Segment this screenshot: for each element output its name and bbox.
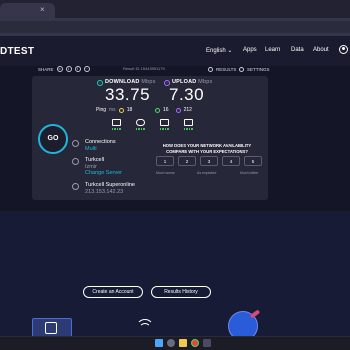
results-icon: [208, 66, 213, 72]
ping-icon: [118, 107, 124, 113]
more-icon[interactable]: ⋯: [83, 66, 90, 72]
language-selector[interactable]: English ⌄: [206, 47, 232, 54]
twitter-icon[interactable]: t: [65, 66, 72, 72]
ping-unit: ms: [109, 107, 116, 113]
site-logo[interactable]: DTEST: [0, 46, 34, 57]
isp-info: Turkcell Superonline 213.153.142.23: [72, 182, 135, 195]
folder-icon[interactable]: [179, 339, 187, 347]
scale-high-label: Much better: [240, 171, 259, 175]
change-server-link[interactable]: Change Server: [85, 170, 122, 177]
gear-icon: [239, 66, 244, 72]
taskbar: [0, 336, 350, 350]
server-icon: [72, 158, 79, 165]
survey-option-2[interactable]: 2: [178, 156, 196, 166]
close-tab-icon[interactable]: ×: [40, 6, 45, 14]
results-history-button[interactable]: Results History: [151, 286, 211, 298]
connections-value[interactable]: Multi: [85, 146, 116, 153]
latency-row: 16 212: [155, 107, 192, 113]
result-id: Result ID 15443951179: [123, 66, 165, 71]
connections-icon: [72, 140, 79, 147]
wifi-illustration: [133, 317, 157, 335]
gaming-icon: [134, 119, 146, 131]
nav-data[interactable]: Data: [291, 47, 304, 53]
survey-option-3[interactable]: 3: [200, 156, 218, 166]
user-icon: [72, 183, 79, 190]
download-latency-value: 16: [163, 107, 169, 113]
go-button[interactable]: GO: [38, 124, 68, 154]
results-history-label: Results History: [164, 289, 198, 295]
video-chat-icon: [110, 119, 122, 131]
site-header: DTEST English ⌄ Apps Learn Data About: [0, 36, 350, 66]
browser-tab[interactable]: ×: [0, 3, 55, 18]
survey-option-1[interactable]: 1: [156, 156, 174, 166]
nav-learn[interactable]: Learn: [265, 47, 280, 53]
results-label: RESULTS: [216, 66, 237, 72]
chrome-icon[interactable]: [191, 339, 199, 347]
isp-name: Turkcell Superonline: [85, 182, 135, 188]
scale-mid-label: As expected: [197, 171, 217, 175]
phone-illustration: [32, 318, 72, 338]
upload-latency-icon: [175, 107, 181, 113]
nav-about[interactable]: About: [313, 47, 329, 53]
ip-address: 213.153.142.23: [85, 188, 124, 195]
address-bar[interactable]: [0, 21, 350, 33]
ping-value: 18: [126, 107, 133, 113]
settings-label: SETTINGS: [247, 66, 270, 72]
scale-low-label: Much worse: [156, 171, 175, 175]
download-arrow-icon: ↓: [97, 80, 103, 86]
browser-tab-strip: ×: [0, 0, 350, 18]
results-link[interactable]: RESULTS: [208, 65, 236, 73]
settings-link[interactable]: SETTINGS: [239, 65, 270, 73]
survey-scale: 1 2 3 4 5: [156, 156, 262, 166]
survey-option-4[interactable]: 4: [222, 156, 240, 166]
search-icon[interactable]: [167, 339, 175, 347]
connections-title: Connections: [85, 139, 116, 145]
download-value: 33.75: [105, 85, 151, 104]
create-account-label: Create an Account: [92, 289, 134, 295]
user-icon[interactable]: [339, 45, 348, 54]
survey-question: HOW DOES YOUR NETWORK AVAILABILITY COMPA…: [162, 143, 252, 154]
share-label: SHARE: [38, 66, 54, 72]
ping-label: Ping: [96, 107, 107, 113]
provider-info: Turkcell Izmir Change Server: [72, 157, 122, 177]
survey-option-5[interactable]: 5: [244, 156, 262, 166]
download-latency-icon: [155, 107, 160, 113]
link-icon[interactable]: ∞: [56, 66, 63, 72]
browser-toolbar: [0, 18, 350, 36]
ping-row: Ping ms 18: [96, 107, 136, 113]
share-bar: SHARE ∞ t f ⋯: [38, 65, 90, 73]
activity-ratings: [110, 119, 194, 131]
app-icon[interactable]: [203, 339, 211, 347]
connections-info: Connections Multi: [72, 139, 116, 152]
upload-value: 7.30: [169, 85, 205, 104]
start-icon[interactable]: [155, 339, 163, 347]
create-account-button[interactable]: Create an Account: [83, 286, 143, 298]
facebook-icon[interactable]: f: [74, 66, 81, 72]
video-call-icon: [182, 119, 194, 131]
streaming-icon: [158, 119, 170, 131]
nav-apps[interactable]: Apps: [243, 47, 257, 53]
upload-latency-value: 212: [183, 107, 192, 113]
